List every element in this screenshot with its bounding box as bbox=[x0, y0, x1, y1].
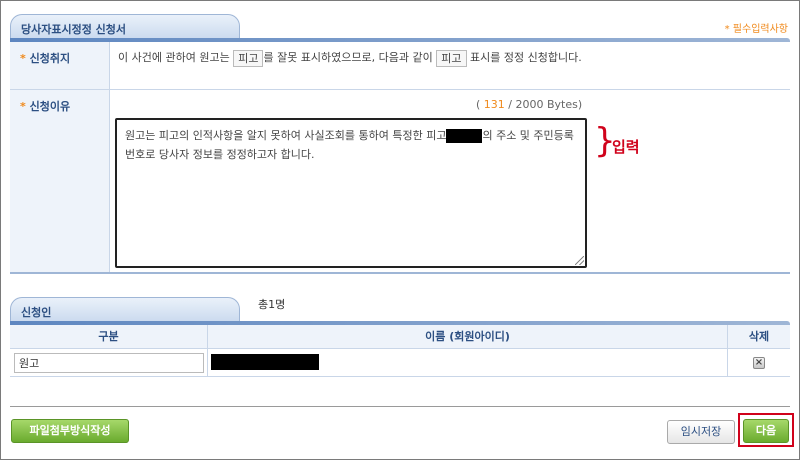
file-attach-button[interactable]: 파일첨부방식작성 bbox=[11, 419, 129, 443]
temp-save-button[interactable]: 임시저장 bbox=[667, 420, 735, 444]
purpose-sentence: 이 사건에 관하여 원고는 피고 를 잘못 표시하였으므로, 다음과 같이 피고 … bbox=[118, 49, 582, 67]
required-star-icon: * bbox=[20, 100, 26, 113]
section-title: 신청인 bbox=[21, 306, 52, 319]
required-star-icon: * bbox=[20, 52, 26, 65]
delete-cell: × bbox=[728, 349, 790, 377]
delete-icon[interactable]: × bbox=[753, 357, 765, 369]
party-box-correct[interactable]: 피고 bbox=[436, 49, 467, 67]
party-box-wrong[interactable]: 피고 bbox=[233, 49, 264, 67]
form-row-reason: * 신청이유 ( 131 / 2000 Bytes) 원고는 피고의 인적사항을… bbox=[10, 90, 790, 274]
divider bbox=[10, 406, 790, 407]
annotation-label: 입력 bbox=[612, 138, 640, 156]
required-note: * 필수입력사항 bbox=[724, 24, 788, 35]
column-header-delete: 삭제 bbox=[748, 330, 770, 343]
section-tab-applicant: 신청인 bbox=[10, 297, 240, 323]
resize-handle-icon[interactable] bbox=[575, 256, 584, 265]
label-purpose: * 신청취지 bbox=[10, 42, 110, 89]
reason-textarea[interactable]: 원고는 피고의 인적사항을 알지 못하여 사실조회를 통하여 특정한 피고 의 주… bbox=[115, 118, 587, 268]
name-cell bbox=[208, 349, 728, 377]
reason-content: ( 131 / 2000 Bytes) 원고는 피고의 인적사항을 알지 못하여… bbox=[110, 90, 790, 272]
redacted-name bbox=[446, 129, 483, 143]
column-header-type: 구분 bbox=[10, 325, 208, 349]
applicant-table-header: 구분 이름 (회원아이디) 삭제 bbox=[10, 325, 790, 349]
column-header-name: 이름 (회원아이디) bbox=[208, 325, 728, 349]
form-row-purpose: * 신청취지 이 사건에 관하여 원고는 피고 를 잘못 표시하였으므로, 다음과… bbox=[10, 42, 790, 90]
label-reason: * 신청이유 bbox=[10, 90, 110, 272]
redacted-name bbox=[211, 354, 319, 370]
table-row: × bbox=[10, 349, 790, 377]
section-title: 당사자표시정정 신청서 bbox=[21, 23, 127, 36]
purpose-content: 이 사건에 관하여 원고는 피고 를 잘못 표시하였으므로, 다음과 같이 피고 … bbox=[110, 42, 790, 89]
next-button[interactable]: 다음 bbox=[743, 419, 789, 443]
applicant-type-field[interactable] bbox=[14, 353, 204, 373]
section-tab-application: 당사자표시정정 신청서 bbox=[10, 14, 240, 40]
applicant-count: 총1명 bbox=[258, 298, 286, 311]
type-cell bbox=[10, 349, 208, 377]
byte-counter: ( 131 / 2000 Bytes) bbox=[476, 98, 583, 111]
